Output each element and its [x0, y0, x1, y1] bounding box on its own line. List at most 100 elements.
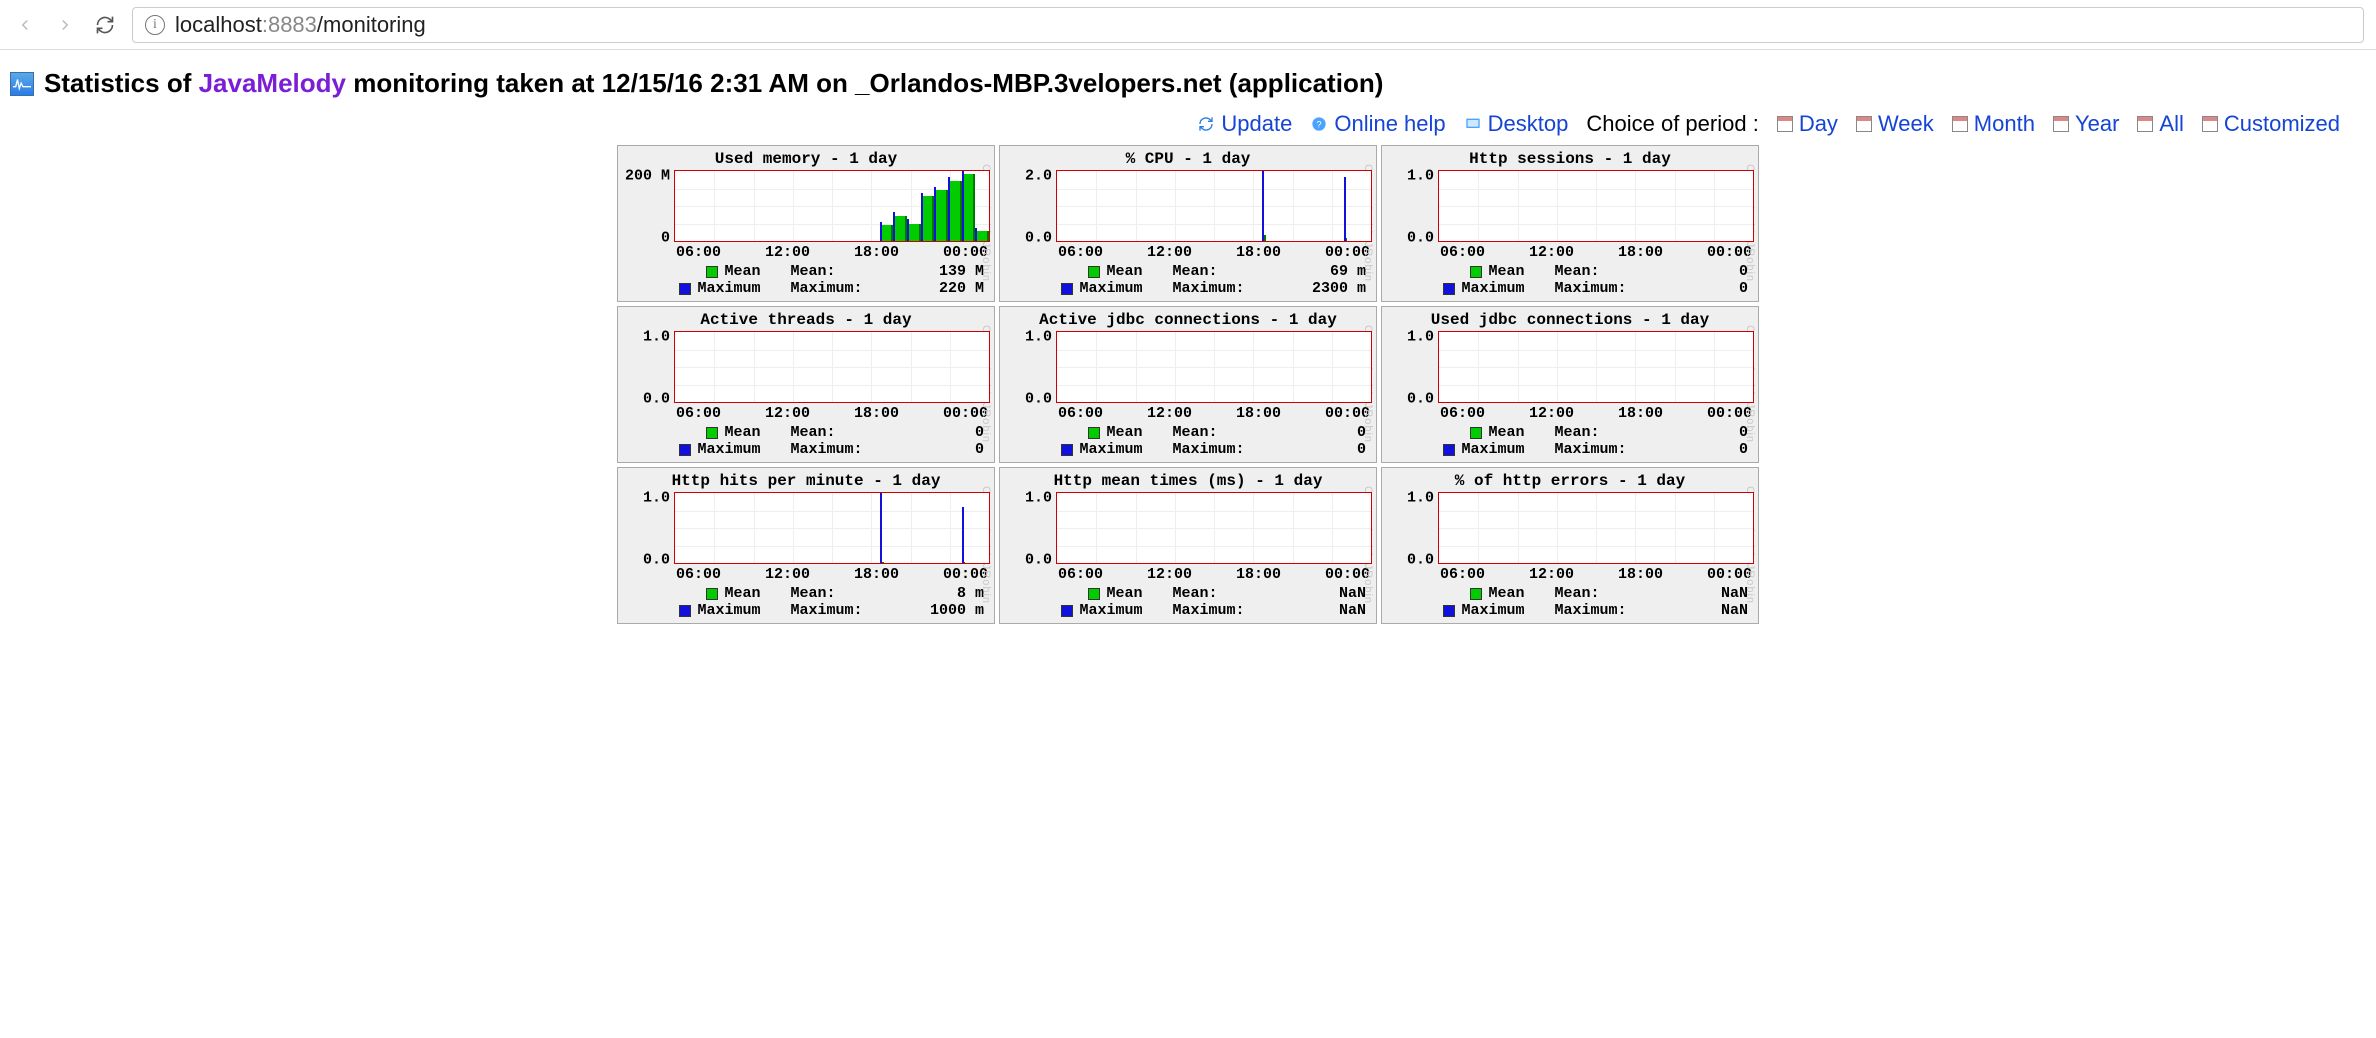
swatch-mean-icon [706, 588, 718, 600]
chart-title: Http mean times (ms) - 1 day [1004, 472, 1372, 490]
x-axis: 06:0012:0018:0000:00 [1438, 564, 1754, 583]
chart-legend: Mean Mean:0Maximum Maximum:0 [1386, 261, 1754, 299]
mean-value: 0 [914, 424, 984, 441]
chart-plot [1056, 170, 1372, 242]
update-link[interactable]: Update [1197, 111, 1292, 137]
help-link[interactable]: ? Online help [1310, 111, 1445, 137]
period-month[interactable]: Month [1952, 111, 2035, 137]
desktop-icon [1464, 115, 1482, 133]
page-content: Statistics of JavaMelody monitoring take… [0, 50, 2376, 642]
mean-value: 69 m [1296, 263, 1366, 280]
period-year[interactable]: Year [2053, 111, 2119, 137]
x-axis: 06:0012:0018:0000:00 [674, 564, 990, 583]
chart-card[interactable]: Created with JRobin% of http errors - 1 … [1381, 467, 1759, 624]
swatch-mean-icon [1470, 588, 1482, 600]
chart-body: 1.00.0 [622, 331, 990, 403]
period-day[interactable]: Day [1777, 111, 1838, 137]
chart-title: Active jdbc connections - 1 day [1004, 311, 1372, 329]
back-button[interactable] [12, 12, 38, 38]
swatch-max-icon [1061, 444, 1073, 456]
app-icon [10, 72, 34, 96]
chart-card[interactable]: Created with JRobinHttp hits per minute … [617, 467, 995, 624]
forward-button[interactable] [52, 12, 78, 38]
swatch-max-icon [1061, 283, 1073, 295]
y-axis: 1.00.0 [622, 492, 674, 564]
browser-toolbar: i localhost:8883/monitoring [0, 0, 2376, 50]
period-all[interactable]: All [2137, 111, 2183, 137]
y-axis: 1.00.0 [1004, 331, 1056, 403]
chart-title: Http sessions - 1 day [1386, 150, 1754, 168]
swatch-max-icon [679, 605, 691, 617]
chart-title: Used jdbc connections - 1 day [1386, 311, 1754, 329]
swatch-mean-icon [1088, 588, 1100, 600]
calendar-icon [2053, 116, 2069, 132]
chart-body: 1.00.0 [1386, 170, 1754, 242]
chart-plot [674, 170, 990, 242]
calendar-icon [2137, 116, 2153, 132]
chart-legend: Mean Mean:NaNMaximum Maximum:NaN [1386, 583, 1754, 621]
chart-legend: Mean Mean:NaNMaximum Maximum:NaN [1004, 583, 1372, 621]
swatch-max-icon [679, 283, 691, 295]
mean-value: 0 [1678, 424, 1748, 441]
y-axis: 1.00.0 [1004, 492, 1056, 564]
y-axis: 200 M0 [622, 170, 674, 242]
chart-card[interactable]: Created with JRobinHttp sessions - 1 day… [1381, 145, 1759, 302]
chart-plot [1438, 170, 1754, 242]
mean-value: 139 M [914, 263, 984, 280]
x-axis: 06:0012:0018:0000:00 [674, 242, 990, 261]
swatch-max-icon [1443, 283, 1455, 295]
chart-body: 200 M0 [622, 170, 990, 242]
swatch-mean-icon [1088, 266, 1100, 278]
mean-value: NaN [1678, 585, 1748, 602]
chart-card[interactable]: Created with JRobinActive jdbc connectio… [999, 306, 1377, 463]
javamelody-link[interactable]: JavaMelody [199, 68, 346, 98]
swatch-max-icon [1443, 605, 1455, 617]
max-value: 220 M [914, 280, 984, 297]
chart-card[interactable]: Created with JRobinUsed jdbc connections… [1381, 306, 1759, 463]
max-value: 0 [1678, 280, 1748, 297]
chart-legend: Mean Mean:0Maximum Maximum:0 [622, 422, 990, 460]
chart-plot [1438, 492, 1754, 564]
calendar-icon [1952, 116, 1968, 132]
url-path: /monitoring [317, 12, 426, 37]
refresh-icon [1197, 115, 1215, 133]
swatch-max-icon [679, 444, 691, 456]
x-axis: 06:0012:0018:0000:00 [1438, 242, 1754, 261]
chart-legend: Mean Mean:69 mMaximum Maximum:2300 m [1004, 261, 1372, 299]
mean-value: NaN [1296, 585, 1366, 602]
page-title: Statistics of JavaMelody monitoring take… [44, 68, 1383, 99]
chart-legend: Mean Mean:0Maximum Maximum:0 [1386, 422, 1754, 460]
y-axis: 2.00.0 [1004, 170, 1056, 242]
chart-card[interactable]: Created with JRobinUsed memory - 1 day20… [617, 145, 995, 302]
chart-plot [674, 492, 990, 564]
reload-button[interactable] [92, 12, 118, 38]
charts-grid: Created with JRobinUsed memory - 1 day20… [617, 145, 1759, 624]
swatch-mean-icon [1088, 427, 1100, 439]
chart-body: 1.00.0 [1004, 331, 1372, 403]
max-value: 1000 m [914, 602, 984, 619]
desktop-link[interactable]: Desktop [1464, 111, 1569, 137]
site-info-icon[interactable]: i [145, 15, 165, 35]
chart-card[interactable]: Created with JRobinHttp mean times (ms) … [999, 467, 1377, 624]
chart-card[interactable]: Created with JRobin% CPU - 1 day2.00.006… [999, 145, 1377, 302]
max-value: 2300 m [1296, 280, 1366, 297]
chart-legend: Mean Mean:0Maximum Maximum:0 [1004, 422, 1372, 460]
x-axis: 06:0012:0018:0000:00 [1056, 403, 1372, 422]
swatch-mean-icon [1470, 427, 1482, 439]
period-week[interactable]: Week [1856, 111, 1934, 137]
chart-title: % CPU - 1 day [1004, 150, 1372, 168]
address-bar[interactable]: i localhost:8883/monitoring [132, 7, 2364, 43]
x-axis: 06:0012:0018:0000:00 [1438, 403, 1754, 422]
chart-title: % of http errors - 1 day [1386, 472, 1754, 490]
max-value: 0 [1678, 441, 1748, 458]
swatch-mean-icon [706, 427, 718, 439]
y-axis: 1.00.0 [1386, 170, 1438, 242]
chart-card[interactable]: Created with JRobinActive threads - 1 da… [617, 306, 995, 463]
page-header: Statistics of JavaMelody monitoring take… [10, 68, 2370, 99]
x-axis: 06:0012:0018:0000:00 [1056, 564, 1372, 583]
calendar-icon [2202, 116, 2218, 132]
svg-text:?: ? [1317, 119, 1322, 129]
period-custom[interactable]: Customized [2202, 111, 2340, 137]
chart-body: 1.00.0 [622, 492, 990, 564]
y-axis: 1.00.0 [622, 331, 674, 403]
